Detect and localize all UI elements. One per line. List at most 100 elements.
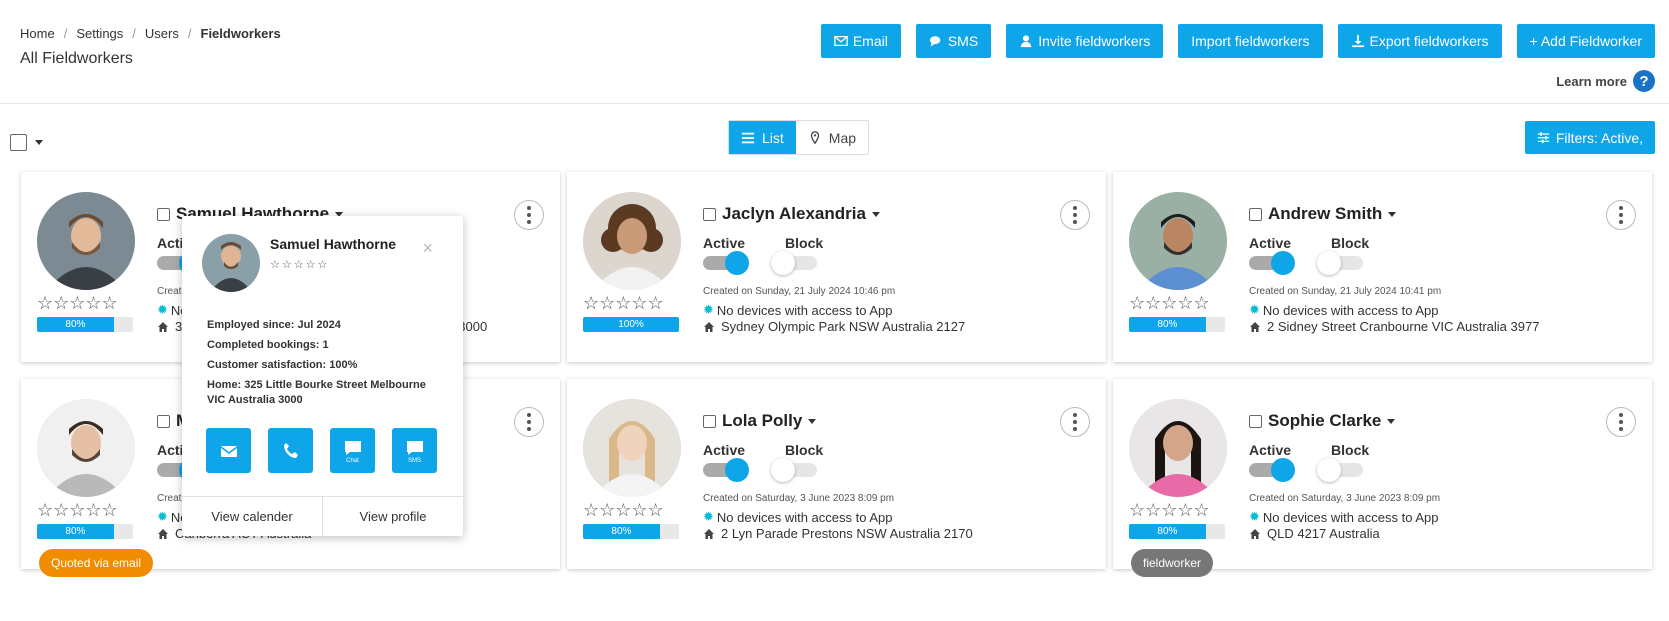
download-icon bbox=[1351, 34, 1364, 48]
popup-actions: Chat SMS bbox=[206, 428, 437, 473]
profile-progress-bar: 80% bbox=[1129, 317, 1225, 332]
profile-progress-label: 80% bbox=[1129, 317, 1206, 332]
export-fieldworkers-button[interactable]: Export fieldworkers bbox=[1337, 24, 1502, 58]
list-view-button[interactable]: List bbox=[729, 121, 796, 154]
select-checkbox[interactable] bbox=[703, 414, 716, 428]
rating-stars: ☆☆☆☆☆ bbox=[270, 259, 330, 271]
profile-progress-bar: 80% bbox=[1129, 524, 1225, 539]
view-calendar-link[interactable]: View calender bbox=[182, 497, 323, 536]
select-all[interactable] bbox=[10, 134, 43, 151]
fieldworker-popup: Samuel Hawthorne ☆☆☆☆☆ × Employed since:… bbox=[182, 216, 463, 536]
invite-fieldworkers-button[interactable]: Invite fieldworkers bbox=[1006, 24, 1164, 58]
close-icon[interactable]: × bbox=[422, 238, 433, 259]
chevron-down-icon[interactable] bbox=[1387, 418, 1396, 424]
sliders-icon bbox=[1537, 132, 1550, 144]
select-checkbox[interactable] bbox=[703, 207, 716, 221]
status-labels: ActiveBlock bbox=[1249, 235, 1370, 251]
chat-icon bbox=[929, 36, 941, 47]
status-labels: ActiveBlock bbox=[703, 235, 824, 251]
rating-stars[interactable]: ☆☆☆☆☆ bbox=[37, 293, 118, 314]
call-action-button[interactable] bbox=[268, 428, 313, 473]
user-icon bbox=[1020, 35, 1032, 48]
avatar[interactable] bbox=[583, 399, 681, 497]
fieldworker-name[interactable]: Jaclyn Alexandria bbox=[703, 204, 880, 224]
avatar[interactable] bbox=[1129, 192, 1227, 290]
avatar[interactable] bbox=[1129, 399, 1227, 497]
phone-icon bbox=[283, 442, 298, 458]
more-options-button[interactable] bbox=[1606, 200, 1636, 230]
chevron-down-icon[interactable] bbox=[808, 418, 817, 424]
sms-button[interactable]: SMS bbox=[915, 24, 992, 58]
status-badge: fieldworker bbox=[1131, 549, 1214, 577]
completed-bookings: Completed bookings: 1 bbox=[207, 339, 329, 351]
more-options-button[interactable] bbox=[514, 200, 544, 230]
page-title: All Fieldworkers bbox=[20, 50, 133, 67]
chat-icon bbox=[406, 440, 423, 455]
rating-stars[interactable]: ☆☆☆☆☆ bbox=[583, 293, 664, 314]
select-checkbox[interactable] bbox=[157, 414, 170, 428]
fieldworker-name[interactable]: Lola Polly bbox=[703, 411, 817, 431]
fieldworker-card: ☆☆☆☆☆ 80% Andrew Smith Active Block Creat… bbox=[1113, 172, 1652, 362]
block-toggle[interactable] bbox=[771, 458, 817, 482]
add-fieldworker-button[interactable]: + Add Fieldworker bbox=[1516, 24, 1655, 58]
more-options-button[interactable] bbox=[1060, 200, 1090, 230]
block-toggle[interactable] bbox=[1317, 251, 1363, 275]
breadcrumb-settings[interactable]: Settings bbox=[76, 26, 123, 41]
select-all-checkbox[interactable] bbox=[10, 134, 27, 151]
select-checkbox[interactable] bbox=[1249, 414, 1262, 428]
profile-progress-label: 80% bbox=[1129, 524, 1206, 539]
fieldworker-name[interactable]: Andrew Smith bbox=[1249, 204, 1397, 224]
learn-more-link[interactable]: Learn more? bbox=[1556, 70, 1655, 92]
popup-name: Samuel Hawthorne bbox=[270, 236, 397, 252]
profile-progress-label: 80% bbox=[583, 524, 660, 539]
list-icon bbox=[741, 132, 755, 143]
block-toggle[interactable] bbox=[1317, 458, 1363, 482]
fieldworker-name[interactable]: Sophie Clarke bbox=[1249, 411, 1396, 431]
chat-action-button[interactable]: Chat bbox=[330, 428, 375, 473]
address: Sydney Olympic Park NSW Australia 2127 bbox=[703, 319, 965, 334]
map-view-button[interactable]: Map bbox=[796, 121, 868, 154]
gear-icon: ✹ bbox=[703, 509, 714, 524]
map-pin-icon bbox=[810, 130, 819, 144]
rating-stars[interactable]: ☆☆☆☆☆ bbox=[1129, 293, 1210, 314]
email-action-button[interactable] bbox=[206, 428, 251, 473]
avatar[interactable] bbox=[37, 399, 135, 497]
rating-stars[interactable]: ☆☆☆☆☆ bbox=[1129, 500, 1210, 521]
chat-icon bbox=[344, 440, 361, 455]
profile-progress-bar: 100% bbox=[583, 317, 679, 332]
chevron-down-icon[interactable] bbox=[35, 140, 43, 145]
popup-details: Employed since: Jul 2024 Completed booki… bbox=[207, 318, 447, 413]
chevron-down-icon[interactable] bbox=[1388, 211, 1397, 217]
email-button[interactable]: Email bbox=[820, 24, 901, 58]
avatar[interactable] bbox=[37, 192, 135, 290]
active-toggle[interactable] bbox=[703, 458, 749, 482]
select-checkbox[interactable] bbox=[1249, 207, 1262, 221]
devices-status: ✹No devices with access to App bbox=[703, 509, 893, 525]
active-toggle[interactable] bbox=[1249, 458, 1295, 482]
breadcrumb-users[interactable]: Users bbox=[145, 26, 179, 41]
more-options-button[interactable] bbox=[1060, 407, 1090, 437]
active-toggle[interactable] bbox=[703, 251, 749, 275]
breadcrumb-home[interactable]: Home bbox=[20, 26, 55, 41]
fieldworker-card: ☆☆☆☆☆ 100% Jaclyn Alexandria Active Block… bbox=[567, 172, 1106, 362]
block-toggle[interactable] bbox=[771, 251, 817, 275]
select-checkbox[interactable] bbox=[157, 207, 170, 221]
more-options-button[interactable] bbox=[514, 407, 544, 437]
sms-action-button[interactable]: SMS bbox=[392, 428, 437, 473]
active-toggle[interactable] bbox=[1249, 251, 1295, 275]
more-options-button[interactable] bbox=[1606, 407, 1636, 437]
filters-button[interactable]: Filters: Active, bbox=[1524, 121, 1655, 154]
status-labels: ActiveBlock bbox=[703, 442, 824, 458]
view-profile-link[interactable]: View profile bbox=[323, 497, 463, 536]
avatar[interactable] bbox=[583, 192, 681, 290]
address: 2 Sidney Street Cranbourne VIC Australia… bbox=[1249, 319, 1539, 334]
rating-stars[interactable]: ☆☆☆☆☆ bbox=[583, 500, 664, 521]
chevron-down-icon[interactable] bbox=[871, 211, 880, 217]
devices-status: ✹No devices with access to App bbox=[1249, 509, 1439, 525]
address: 2 Lyn Parade Prestons NSW Australia 2170 bbox=[703, 526, 973, 541]
profile-progress-bar: 80% bbox=[37, 317, 133, 332]
envelope-icon bbox=[834, 35, 848, 47]
customer-satisfaction: Customer satisfaction: 100% bbox=[207, 359, 358, 371]
rating-stars[interactable]: ☆☆☆☆☆ bbox=[37, 500, 118, 521]
import-fieldworkers-button[interactable]: Import fieldworkers bbox=[1178, 24, 1323, 58]
